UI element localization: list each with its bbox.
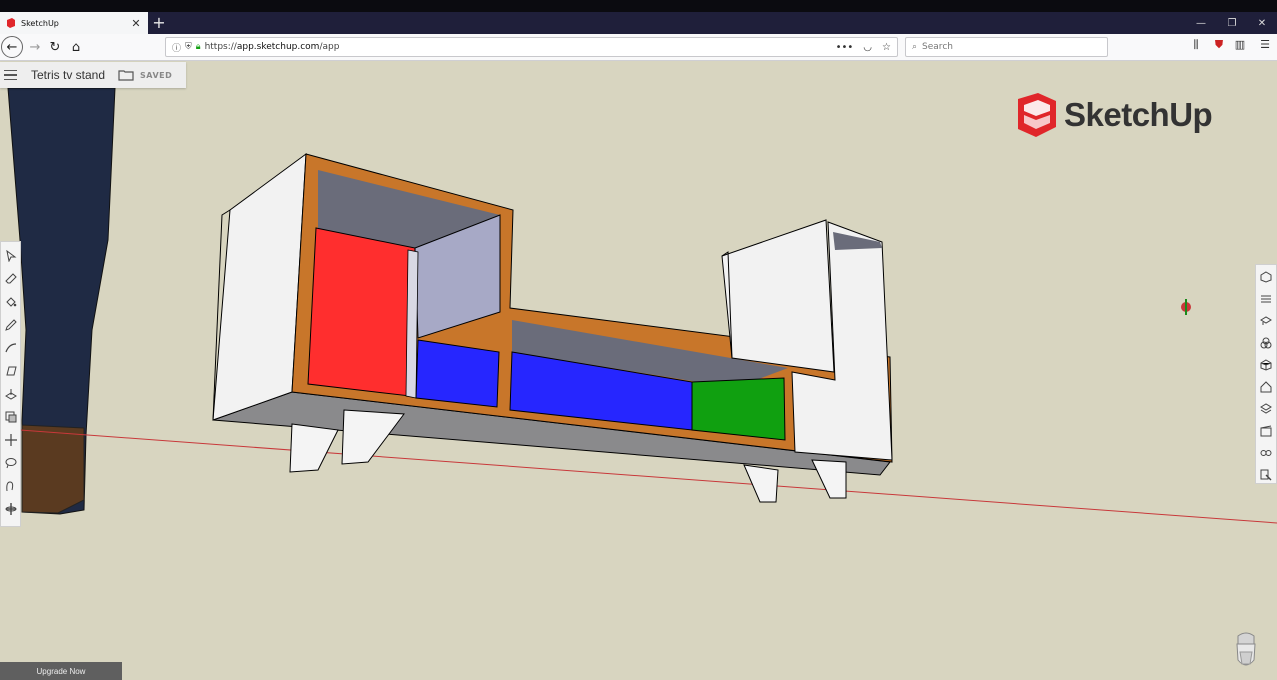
document-title[interactable]: Tetris tv stand	[31, 68, 105, 82]
search-placeholder: Search	[922, 42, 953, 52]
pocket-icon[interactable]: ◡	[863, 42, 872, 53]
offset-icon[interactable]	[3, 409, 19, 425]
app-header-panel: Tetris tv stand SAVED	[0, 62, 186, 88]
eraser-icon[interactable]	[3, 271, 19, 287]
push-pull-icon[interactable]	[3, 386, 19, 402]
sidebar-icon[interactable]: ▥	[1231, 38, 1249, 51]
upgrade-now-button[interactable]: Upgrade Now	[0, 662, 122, 680]
minimize-window-icon[interactable]: —	[1186, 12, 1216, 34]
pencil-icon[interactable]	[3, 317, 19, 333]
page-actions-icon[interactable]: •••	[836, 42, 854, 53]
logo-wordmark: SketchUp	[1064, 96, 1213, 133]
scale-figure	[7, 87, 116, 515]
browser-tab-bar: SketchUp ✕ + — ❐ ✕	[0, 12, 1277, 34]
save-status-badge: SAVED	[140, 70, 173, 80]
tv-stand-model[interactable]	[212, 152, 893, 503]
orbit-icon[interactable]	[3, 501, 19, 517]
info-icon[interactable]: ⓘ	[172, 41, 181, 54]
bookmark-star-icon[interactable]: ☆	[882, 42, 891, 53]
layers-icon[interactable]	[1258, 401, 1274, 417]
reload-button[interactable]: ↻	[45, 37, 65, 57]
select-icon[interactable]	[3, 248, 19, 264]
sketchup-logo: SketchUp	[1016, 93, 1213, 137]
outliner-icon[interactable]	[1258, 467, 1274, 483]
browser-nav-bar: ← → ↻ ⌂ ⓘ ⛨ 🔒︎ https://app.sketchup.com/…	[0, 34, 1277, 61]
rectangle-icon[interactable]	[3, 363, 19, 379]
close-window-icon[interactable]: ✕	[1247, 12, 1277, 34]
browser-tab-sketchup[interactable]: SketchUp ✕	[0, 12, 148, 34]
new-tab-button[interactable]: +	[151, 13, 167, 33]
display-icon[interactable]	[1258, 445, 1274, 461]
url-text[interactable]: https://app.sketchup.com/app	[205, 42, 826, 52]
arc-icon[interactable]	[3, 340, 19, 356]
right-toolbar	[1255, 264, 1277, 484]
tab-title: SketchUp	[21, 18, 59, 28]
lock-icon[interactable]: 🔒︎	[196, 42, 201, 52]
back-button[interactable]: ←	[1, 36, 23, 58]
home-button[interactable]: ⌂	[66, 37, 86, 57]
sketchup-favicon-icon	[7, 18, 15, 28]
channel-avatar-icon	[1236, 632, 1256, 666]
restore-window-icon[interactable]: ❐	[1217, 12, 1247, 34]
axis-origin-icon	[1181, 299, 1191, 315]
folder-icon[interactable]	[118, 69, 134, 81]
scenes-icon[interactable]	[1258, 423, 1274, 439]
tape-measure-icon[interactable]	[3, 478, 19, 494]
search-icon: ⌕	[912, 42, 918, 52]
components-icon[interactable]	[1258, 335, 1274, 351]
lasso-icon[interactable]	[3, 455, 19, 471]
forward-button[interactable]: →	[25, 37, 45, 57]
3d-viewport[interactable]	[0, 62, 1277, 680]
styles-icon[interactable]	[1258, 313, 1274, 329]
tracking-shield-icon[interactable]: ⛨	[185, 42, 192, 52]
browser-menu-icon[interactable]: ☰	[1256, 38, 1274, 51]
library-icon[interactable]: ⫼	[1187, 38, 1205, 52]
move-icon[interactable]	[3, 432, 19, 448]
os-top-strip	[0, 0, 1277, 12]
paint-bucket-icon[interactable]	[3, 294, 19, 310]
address-bar[interactable]: ⓘ ⛨ 🔒︎ https://app.sketchup.com/app ••• …	[165, 37, 898, 57]
hamburger-menu-icon[interactable]	[4, 69, 24, 81]
left-toolbar	[0, 241, 21, 527]
tab-close-icon[interactable]: ✕	[130, 17, 142, 30]
sketchup-logo-icon	[1018, 93, 1056, 137]
instructor-icon[interactable]	[1258, 291, 1274, 307]
entity-info-icon[interactable]	[1258, 269, 1274, 285]
materials-icon[interactable]	[1258, 357, 1274, 373]
search-input[interactable]: ⌕ Search	[905, 37, 1108, 57]
extension-icon[interactable]: ⛊	[1210, 38, 1228, 52]
3d-warehouse-icon[interactable]	[1258, 379, 1274, 395]
